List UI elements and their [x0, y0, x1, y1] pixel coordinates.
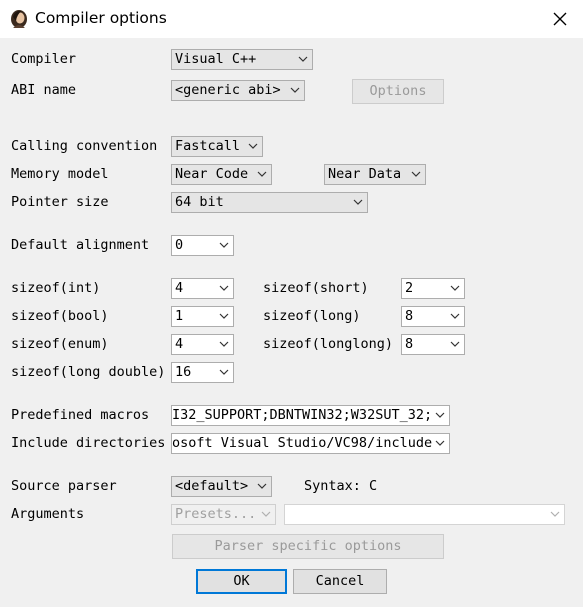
sizeof-bool-value: 1 — [175, 308, 184, 324]
cancel-button[interactable]: Cancel — [293, 569, 387, 594]
predefined-macros-combo[interactable]: I32_SUPPORT;DBNTWIN32;W32SUT_32; — [171, 405, 450, 426]
sizeof-bool-select[interactable]: 1 — [171, 306, 234, 327]
sizeof-short-value: 2 — [405, 280, 414, 296]
pointer-size-select[interactable]: 64 bit — [171, 192, 368, 213]
abi-select[interactable]: <generic abi> — [171, 80, 305, 101]
chevron-down-icon — [435, 440, 445, 446]
sizeof-longlong-select[interactable]: 8 — [401, 334, 465, 355]
default-alignment-value: 0 — [175, 237, 184, 253]
dialog-body: Compiler Visual C++ ABI name <generic ab… — [0, 38, 583, 607]
sizeof-short-label: sizeof(short) — [263, 280, 369, 296]
chevron-down-icon — [290, 87, 300, 93]
compiler-value: Visual C++ — [175, 51, 257, 67]
chevron-down-icon — [257, 483, 267, 489]
chevron-down-icon — [298, 56, 308, 62]
sizeof-long-double-label: sizeof(long double) — [11, 364, 166, 380]
sizeof-bool-label: sizeof(bool) — [11, 308, 109, 324]
chevron-down-icon — [411, 171, 421, 177]
sizeof-longlong-label: sizeof(longlong) — [263, 336, 394, 352]
arguments-combo[interactable] — [284, 504, 565, 525]
compiler-select[interactable]: Visual C++ — [171, 49, 313, 70]
chevron-down-icon — [435, 412, 445, 418]
abi-options-button[interactable]: Options — [352, 79, 444, 104]
title-bar: Compiler options — [0, 0, 583, 38]
portrait-icon — [11, 10, 27, 28]
chevron-down-icon — [353, 199, 363, 205]
source-parser-select[interactable]: <default> — [171, 476, 272, 497]
memory-model-data-select[interactable]: Near Data — [324, 164, 426, 185]
sizeof-long-double-value: 16 — [175, 364, 192, 380]
chevron-down-icon — [219, 313, 229, 319]
abi-value: <generic abi> — [175, 82, 281, 98]
sizeof-longlong-value: 8 — [405, 336, 414, 352]
arguments-label: Arguments — [11, 506, 85, 522]
default-alignment-select[interactable]: 0 — [171, 235, 234, 256]
chevron-down-icon — [450, 285, 460, 291]
sizeof-long-double-select[interactable]: 16 — [171, 362, 234, 383]
include-directories-value: osoft Visual Studio/VC98/include — [172, 435, 433, 451]
sizeof-short-select[interactable]: 2 — [401, 278, 465, 299]
presets-value: Presets... — [175, 506, 257, 522]
chevron-down-icon — [261, 511, 271, 517]
sizeof-int-value: 4 — [175, 280, 184, 296]
chevron-down-icon — [450, 341, 460, 347]
sizeof-long-label: sizeof(long) — [263, 308, 361, 324]
predefined-macros-value: I32_SUPPORT;DBNTWIN32;W32SUT_32; — [172, 407, 433, 423]
chevron-down-icon — [219, 341, 229, 347]
predefined-macros-label: Predefined macros — [11, 407, 150, 423]
chevron-down-icon — [219, 369, 229, 375]
calling-convention-select[interactable]: Fastcall — [171, 136, 263, 157]
calling-convention-label: Calling convention — [11, 138, 158, 154]
chevron-down-icon — [248, 143, 258, 149]
sizeof-enum-label: sizeof(enum) — [11, 336, 109, 352]
abi-label: ABI name — [11, 82, 77, 98]
memory-model-data-value: Near Data — [328, 166, 402, 182]
pointer-size-label: Pointer size — [11, 194, 109, 210]
sizeof-enum-value: 4 — [175, 336, 184, 352]
sizeof-int-label: sizeof(int) — [11, 280, 101, 296]
sizeof-long-select[interactable]: 8 — [401, 306, 465, 327]
memory-model-code-select[interactable]: Near Code — [171, 164, 272, 185]
pointer-size-value: 64 bit — [175, 194, 224, 210]
memory-model-label: Memory model — [11, 166, 109, 182]
include-directories-label: Include directories — [11, 435, 166, 451]
source-parser-label: Source parser — [11, 478, 117, 494]
close-icon[interactable] — [545, 4, 575, 34]
presets-select[interactable]: Presets... — [171, 504, 276, 525]
chevron-down-icon — [450, 313, 460, 319]
default-alignment-label: Default alignment — [11, 237, 150, 253]
source-parser-value: <default> — [175, 478, 249, 494]
parser-specific-options-button[interactable]: Parser specific options — [172, 534, 444, 559]
chevron-down-icon — [219, 242, 229, 248]
ok-button[interactable]: OK — [196, 569, 287, 594]
window-title: Compiler options — [35, 9, 167, 27]
sizeof-long-value: 8 — [405, 308, 414, 324]
chevron-down-icon — [550, 511, 560, 517]
include-directories-combo[interactable]: osoft Visual Studio/VC98/include — [171, 433, 450, 454]
calling-convention-value: Fastcall — [175, 138, 241, 154]
memory-model-code-value: Near Code — [175, 166, 249, 182]
syntax-label: Syntax: C — [304, 478, 378, 494]
chevron-down-icon — [257, 171, 267, 177]
compiler-label: Compiler — [11, 51, 77, 67]
sizeof-int-select[interactable]: 4 — [171, 278, 234, 299]
chevron-down-icon — [219, 285, 229, 291]
sizeof-enum-select[interactable]: 4 — [171, 334, 234, 355]
